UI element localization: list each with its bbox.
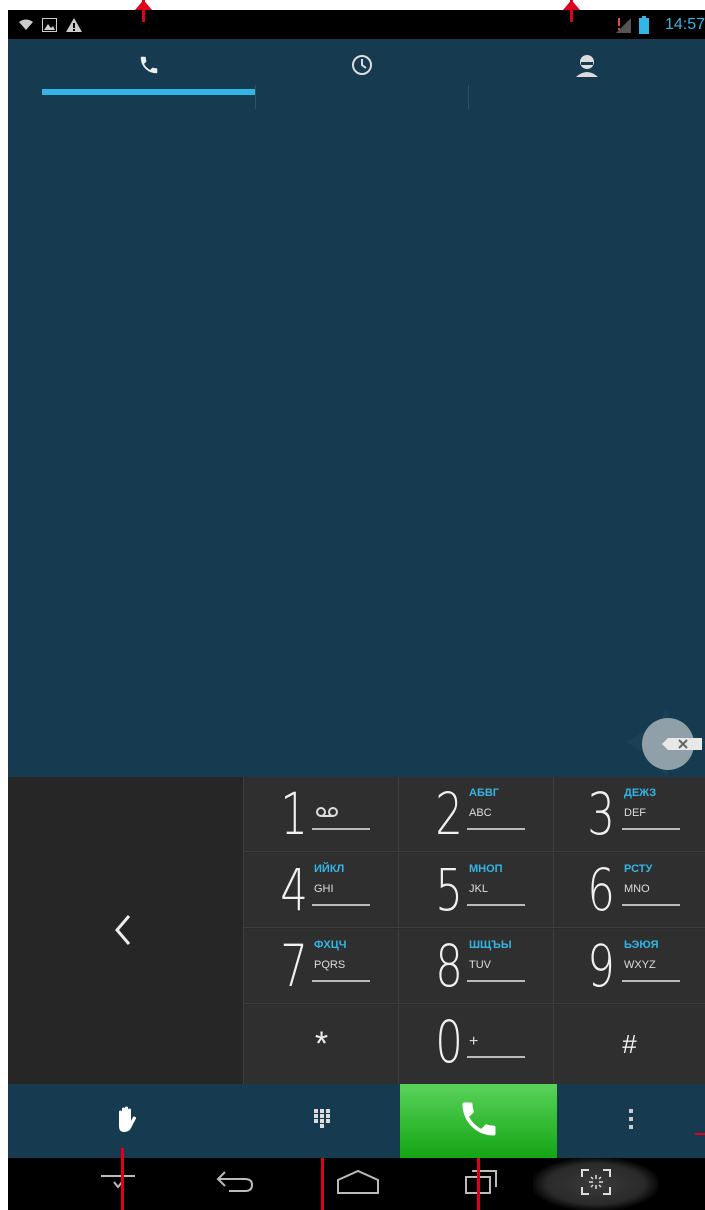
back-icon xyxy=(215,1169,255,1200)
status-time: 14:57 xyxy=(664,16,705,33)
key-star[interactable]: * xyxy=(244,1005,399,1084)
signal-icon xyxy=(616,10,632,39)
key-6[interactable]: 6 РСТУ MNO xyxy=(554,853,705,928)
tab-call-log[interactable] xyxy=(256,39,468,95)
voicemail-icon xyxy=(316,805,338,823)
battery-icon xyxy=(639,10,649,39)
key-5[interactable]: 5 МНОП JKL xyxy=(399,853,554,928)
backspace-icon xyxy=(662,738,702,750)
hide-keyboard-icon xyxy=(101,1170,135,1199)
hand-icon xyxy=(115,1106,137,1137)
call-icon xyxy=(457,1097,501,1146)
key-hash[interactable]: # xyxy=(554,1005,705,1084)
clock-icon xyxy=(351,54,373,81)
hand-button[interactable] xyxy=(8,1084,243,1158)
key-7[interactable]: 7 ФХЦЧ PQRS xyxy=(244,929,399,1004)
image-icon xyxy=(42,10,57,39)
wifi-icon xyxy=(18,10,34,39)
key-9[interactable]: 9 ЬЭЮЯ WXYZ xyxy=(554,929,705,1004)
number-display xyxy=(8,95,705,777)
recent-apps-icon xyxy=(464,1169,498,1200)
dialpad-toggle-button[interactable] xyxy=(243,1084,400,1158)
key-1[interactable]: 1 xyxy=(244,777,399,852)
hide-keyboard-button[interactable] xyxy=(88,1158,148,1210)
key-4[interactable]: 4 ИЙКЛ GHI xyxy=(244,853,399,928)
action-bar xyxy=(8,1084,705,1158)
call-button[interactable] xyxy=(400,1084,557,1158)
delete-button[interactable] xyxy=(626,708,705,778)
warning-icon xyxy=(66,10,82,39)
tab-dialer[interactable] xyxy=(42,39,255,95)
home-icon xyxy=(336,1169,380,1200)
chevron-left-icon xyxy=(114,914,132,951)
overflow-menu-icon xyxy=(628,1108,634,1135)
home-button[interactable] xyxy=(328,1158,388,1210)
status-bar: 14:57 xyxy=(8,10,705,39)
key-8[interactable]: 8 ШЩЪЫ TUV xyxy=(399,929,554,1004)
screenshot-button[interactable] xyxy=(533,1158,658,1210)
screenshot-icon xyxy=(580,1168,611,1200)
dialpad-icon xyxy=(313,1108,330,1134)
collapse-dialpad-button[interactable] xyxy=(8,777,244,1084)
phone-icon xyxy=(138,54,160,81)
person-icon xyxy=(575,53,599,82)
phone-screen: 14:57 1 2 АБВГ ABC 3 ДЕЖЗ DEF 4 ИЙКЛ GHI… xyxy=(8,10,705,1210)
key-2[interactable]: 2 АБВГ ABC xyxy=(399,777,554,852)
back-button[interactable] xyxy=(205,1158,265,1210)
key-3[interactable]: 3 ДЕЖЗ DEF xyxy=(554,777,705,852)
key-0[interactable]: 0 + xyxy=(399,1005,554,1084)
navigation-bar xyxy=(8,1158,705,1210)
tab-bar xyxy=(8,39,705,109)
dialpad: 1 2 АБВГ ABC 3 ДЕЖЗ DEF 4 ИЙКЛ GHI 5 МНО… xyxy=(8,777,705,1084)
tab-contacts[interactable] xyxy=(469,39,705,95)
recent-apps-button[interactable] xyxy=(451,1158,511,1210)
overflow-menu-button[interactable] xyxy=(557,1084,705,1158)
